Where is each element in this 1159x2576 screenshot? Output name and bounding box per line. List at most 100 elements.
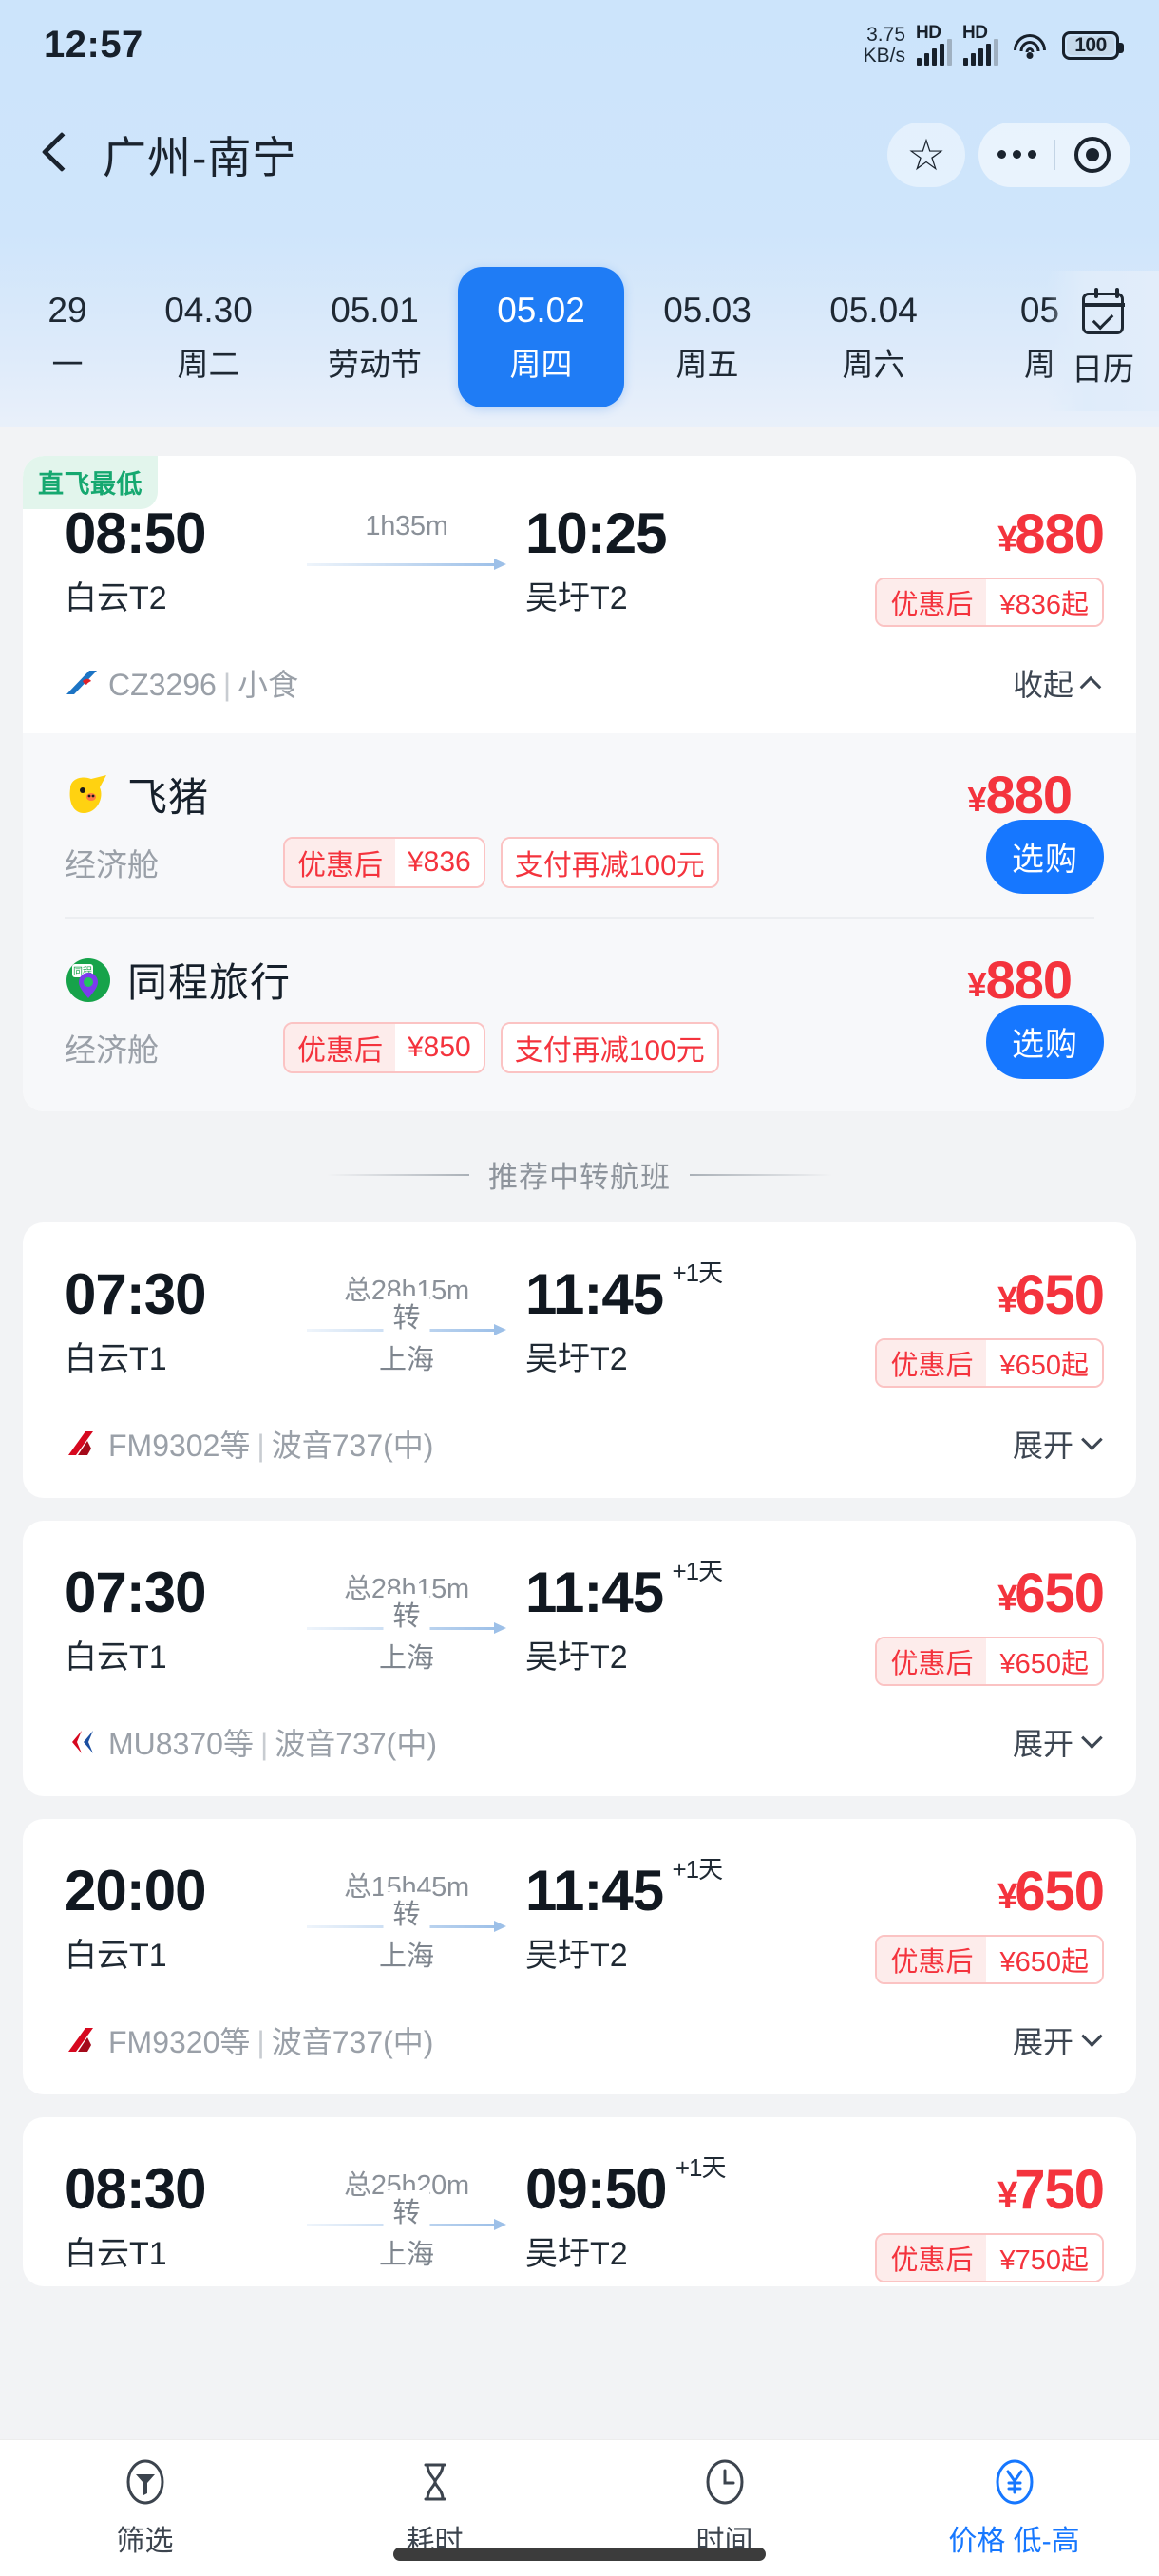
date-tab-2[interactable]: 05.01 劳动节 (292, 271, 458, 404)
arrive-time: 11:45 +1天 (525, 1557, 723, 1624)
aircraft-type: 波音737(中) (271, 2025, 434, 2059)
date-tab-day: 周六 (842, 346, 905, 382)
bottom-tab-duration[interactable]: 耗时 (290, 2457, 580, 2559)
depart-time: 20:00 (65, 1859, 206, 1923)
transfer-arrow-icon: 转 (307, 2190, 506, 2230)
transfer-airline-row[interactable]: MU8370等 | 波音737(中) 展开 (23, 1694, 1136, 1792)
bottom-toolbar[interactable]: 筛选 耗时 时间 价格 低-高 (0, 2439, 1159, 2576)
bottom-tab-price[interactable]: 价格 低-高 (869, 2457, 1159, 2559)
expand-toggle[interactable]: 展开 (1012, 2018, 1103, 2062)
hourglass-icon (413, 2457, 457, 2507)
transfer-label: 转 (383, 1892, 430, 1932)
wifi-icon (1013, 32, 1047, 59)
depart-airport: 白云T2 (65, 579, 167, 616)
date-tab-day: 周五 (675, 346, 739, 382)
transfer-flight-card-1[interactable]: 07:30 白云T1 总28h15m 转 上海 11:45 +1天 吴圩T2 ¥6… (23, 1521, 1136, 1796)
depart-airport: 白云T1 (65, 1340, 167, 1377)
date-tab-day: 周二 (177, 346, 240, 382)
chevron-down-icon (1081, 2025, 1103, 2048)
more-dots-icon[interactable] (979, 150, 1054, 159)
pay-discount-label: 支付再减100元 (502, 1024, 717, 1071)
transfer-flight-card-3[interactable]: 08:30 白云T1 总25h20m 转 上海 09:50 +1天 吴圩T2 ¥7… (23, 2117, 1136, 2286)
status-bar: 12:57 3.75 KB/s HD HD 100 (0, 0, 1159, 90)
pay-discount-badge: 支付再减100元 (500, 1022, 719, 1073)
arrive-time: 11:45 +1天 (525, 1855, 723, 1923)
flight-duration: 1h35m (365, 511, 448, 541)
star-icon: ☆ (906, 129, 946, 180)
date-tab-day: 一 (51, 346, 84, 382)
china-southern-logo-icon (65, 669, 101, 697)
ota-promo-label: 优惠后 (285, 1024, 395, 1071)
ota-promo-badge: 优惠后 ¥850 (283, 1022, 485, 1073)
ota-promo-label: 优惠后 (285, 839, 395, 886)
arrive-time: 09:50 +1天 (525, 2153, 726, 2221)
promo-badge: 优惠后 ¥750起 (875, 2233, 1104, 2282)
chevron-left-icon[interactable] (34, 126, 82, 183)
date-tab-4[interactable]: 05.03 周五 (624, 271, 790, 404)
price-value: 650 (1015, 1264, 1105, 1326)
arrive-airport: 吴圩T2 (525, 2235, 628, 2272)
date-tab-0[interactable]: 29 一 (10, 271, 125, 404)
bottom-tab-label: 筛选 (116, 2526, 174, 2557)
arrival-segment: 11:45 +1天 吴圩T2 (525, 1855, 749, 1976)
direct-airline-row[interactable]: CZ3296 | 小食 收起 (23, 635, 1136, 733)
arrival-segment: 10:25 吴圩T2 (525, 503, 749, 618)
calendar-button[interactable]: 日历 (1047, 271, 1159, 411)
airline-flight-info: MU8370等 | 波音737(中) (108, 1727, 437, 1761)
transfer-arrow-icon: 转 (307, 1892, 506, 1932)
depart-time: 08:50 (65, 502, 206, 565)
arrive-time: 11:45 +1天 (525, 1259, 723, 1326)
date-tab-3-selected[interactable]: 05.02 周四 (458, 267, 624, 407)
promo-label: 优惠后 (877, 2235, 987, 2281)
promo-label: 优惠后 (877, 579, 987, 625)
direct-flight-card[interactable]: 直飞最低 08:50 白云T2 1h35m 10:25 吴圩T2 ¥880 优惠… (23, 456, 1136, 1111)
depart-airport: 白云T1 (65, 1937, 167, 1974)
date-tab-5[interactable]: 05.04 周六 (790, 271, 957, 404)
collapse-toggle[interactable]: 收起 (1012, 661, 1102, 705)
date-strip[interactable]: 29 一 04.30 周二 05.01 劳动节 05.02 周四 05.03 周… (0, 267, 1159, 413)
shanghai-airlines-logo-icon (65, 2026, 101, 2055)
ota-tag-group: 优惠后 ¥850 支付再减100元 (283, 1022, 719, 1073)
ota-row-fliggy[interactable]: 飞猪 ¥880 经济舱 优惠后 ¥836 支付再减100元 选购 (23, 733, 1136, 917)
airline-flight-info: FM9320等 | 波音737(中) (108, 2025, 434, 2059)
ota-list: 飞猪 ¥880 经济舱 优惠后 ¥836 支付再减100元 选购 同程 同程旅行… (23, 733, 1136, 1111)
ota-promo-value: ¥836 (395, 839, 484, 886)
toggle-label: 展开 (1012, 2025, 1074, 2059)
transfer-airline-row[interactable]: FM9320等 | 波音737(中) 展开 (23, 1992, 1136, 2091)
ota-row-tongcheng[interactable]: 同程 同程旅行 ¥880 经济舱 优惠后 ¥850 支付再减100元 选购 (23, 919, 1136, 1102)
flight-list-scroll[interactable]: 直飞最低 08:50 白云T2 1h35m 10:25 吴圩T2 ¥880 优惠… (0, 427, 1159, 2439)
expand-toggle[interactable]: 展开 (1013, 1422, 1103, 1466)
departure-segment: 08:50 白云T2 (65, 503, 288, 618)
select-button-tongcheng[interactable]: 选购 (986, 1004, 1104, 1079)
transfer-flight-card-0[interactable]: 07:30 白云T1 总28h15m 转 上海 11:45 +1天 吴圩T2 ¥6… (23, 1222, 1136, 1498)
transfer-label: 转 (383, 1594, 430, 1634)
yen-circle-icon (993, 2457, 1036, 2507)
select-button-fliggy[interactable]: 选购 (986, 819, 1104, 894)
signal-sim1: HD (916, 23, 952, 66)
flight-price: ¥880 (875, 507, 1105, 562)
battery-level: 100 (1074, 33, 1107, 56)
departure-segment: 07:30 白云T1 (65, 1264, 288, 1379)
flight-number: CZ3296 (108, 668, 217, 702)
clock-icon (703, 2457, 747, 2507)
pay-discount-badge: 支付再减100元 (500, 837, 719, 888)
transfer-flight-card-2[interactable]: 20:00 白云T1 总15h45m 转 上海 11:45 +1天 吴圩T2 ¥6… (23, 1819, 1136, 2094)
fliggy-logo-icon (65, 771, 112, 819)
promo-value: ¥650起 (986, 1638, 1102, 1684)
depart-time: 07:30 (65, 1262, 206, 1326)
miniprogram-capsule[interactable] (978, 122, 1130, 187)
network-speed-value: 3.75 (866, 24, 905, 47)
depart-time: 08:30 (65, 2157, 206, 2221)
expand-toggle[interactable]: 展开 (1013, 1720, 1103, 1764)
date-tab-1[interactable]: 04.30 周二 (125, 271, 292, 404)
plus-day-label: +1天 (674, 2153, 727, 2182)
bottom-tab-filter[interactable]: 筛选 (0, 2457, 290, 2559)
toggle-label: 收起 (1012, 668, 1074, 702)
promo-badge: 优惠后 ¥836起 (875, 578, 1104, 627)
bottom-tab-time[interactable]: 时间 (580, 2457, 869, 2559)
depart-time: 07:30 (65, 1561, 206, 1624)
favorite-button[interactable]: ☆ (887, 122, 965, 187)
transfer-airline-row[interactable]: FM9302等 | 波音737(中) 展开 (23, 1395, 1136, 1494)
target-circle-icon[interactable] (1055, 136, 1130, 173)
arrival-segment: 09:50 +1天 吴圩T2 (525, 2153, 749, 2274)
